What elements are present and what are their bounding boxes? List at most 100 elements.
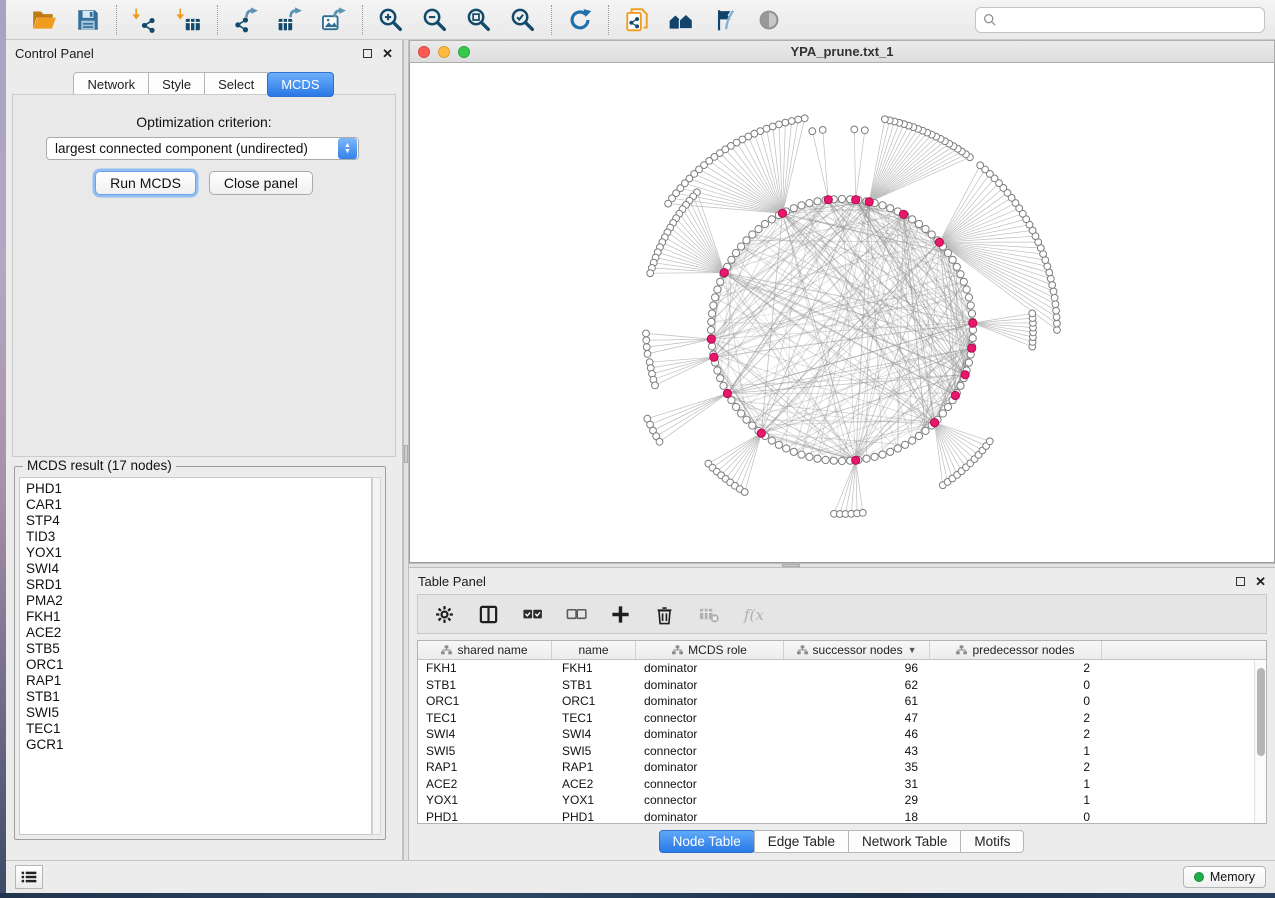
graph-node[interactable] [708,343,715,350]
tab-edge-table[interactable]: Edge Table [754,830,849,853]
dominator-node[interactable] [961,371,969,379]
dominator-node[interactable] [968,344,976,352]
network-canvas[interactable] [409,63,1275,563]
graph-node[interactable] [710,302,717,309]
mcds-result-item[interactable]: STP4 [26,513,371,529]
graph-node[interactable] [879,451,886,458]
graph-node[interactable] [957,382,964,389]
mcds-result-item[interactable]: RAP1 [26,673,371,689]
tab-node-table[interactable]: Node Table [659,830,755,853]
refresh-view-button[interactable] [566,6,594,34]
graph-node[interactable] [761,220,768,227]
dominator-node[interactable] [899,210,907,218]
graph-node[interactable] [953,263,960,270]
show-graphics-details-button[interactable] [755,6,783,34]
graph-node[interactable] [814,455,821,462]
graph-node[interactable] [788,118,795,125]
dominator-node[interactable] [865,198,873,206]
graph-node[interactable] [1051,294,1058,301]
graph-node[interactable] [768,216,775,223]
select-all-button[interactable] [520,602,544,626]
graph-node[interactable] [965,359,972,366]
graph-node[interactable] [1052,301,1059,308]
search-input[interactable] [997,12,1257,27]
graph-node[interactable] [644,351,651,358]
dominator-node[interactable] [757,429,765,437]
save-session-button[interactable] [74,6,102,34]
tab-motifs[interactable]: Motifs [960,830,1024,853]
export-table-button[interactable] [276,6,304,34]
graph-node[interactable] [1054,320,1061,327]
float-panel-icon[interactable] [1236,577,1245,586]
graph-node[interactable] [790,448,797,455]
mcds-result-item[interactable]: TID3 [26,529,371,545]
mcds-result-item[interactable]: ACE2 [26,625,371,641]
graph-node[interactable] [922,427,929,434]
graph-node[interactable] [755,226,762,233]
graph-node[interactable] [647,270,654,277]
dominator-node[interactable] [778,209,786,217]
close-panel-icon[interactable]: ✕ [1255,577,1266,586]
clone-network-button[interactable] [623,6,651,34]
mcds-result-item[interactable]: PHD1 [26,481,371,497]
graph-node[interactable] [949,256,956,263]
graph-node[interactable] [1029,310,1036,317]
graph-node[interactable] [741,489,748,496]
mcds-result-item[interactable]: STB5 [26,641,371,657]
first-neighbors-button[interactable] [667,6,695,34]
graph-node[interactable] [795,116,802,123]
graph-node[interactable] [782,119,789,126]
graph-node[interactable] [882,116,889,123]
graph-node[interactable] [798,451,805,458]
graph-node[interactable] [708,310,715,317]
graph-node[interactable] [732,403,739,410]
graph-node[interactable] [743,237,750,244]
graph-node[interactable] [915,432,922,439]
graph-node[interactable] [819,127,826,134]
graph-node[interactable] [944,403,951,410]
panel-mode-button[interactable] [476,602,500,626]
graph-node[interactable] [809,128,816,135]
graph-node[interactable] [814,198,821,205]
table-row[interactable]: ORC1ORC1dominator610 [418,693,1266,710]
mcds-result-item[interactable]: TEC1 [26,721,371,737]
graph-node[interactable] [922,226,929,233]
graph-node[interactable] [1049,282,1056,289]
graph-node[interactable] [790,205,797,212]
table-row[interactable]: STB1STB1dominator620 [418,677,1266,694]
graph-node[interactable] [776,121,783,128]
graph-node[interactable] [967,302,974,309]
dominator-node[interactable] [951,391,959,399]
mcds-result-item[interactable]: FKH1 [26,609,371,625]
graph-node[interactable] [1050,288,1057,295]
column-header-shared-name[interactable]: shared name [418,641,552,659]
mcds-result-item[interactable]: YOX1 [26,545,371,561]
export-image-button[interactable] [320,6,348,34]
column-header-name[interactable]: name [552,641,636,659]
graph-node[interactable] [708,318,715,325]
mcds-result-item[interactable]: SWI4 [26,561,371,577]
column-header-predecessor-nodes[interactable]: predecessor nodes [930,641,1102,659]
graph-node[interactable] [851,126,858,133]
graph-node[interactable] [863,455,870,462]
graph-node[interactable] [838,457,845,464]
table-row[interactable]: RAP1RAP1dominator352 [418,759,1266,776]
run-mcds-button[interactable]: Run MCDS [95,171,196,195]
graph-node[interactable] [909,437,916,444]
dominator-node[interactable] [852,196,860,204]
graph-node[interactable] [743,416,750,423]
network-graph[interactable] [410,63,1274,562]
graph-node[interactable] [887,205,894,212]
dominator-node[interactable] [931,419,939,427]
graph-node[interactable] [707,326,714,333]
table-row[interactable]: SWI5SWI5connector431 [418,743,1266,760]
graph-node[interactable] [986,438,993,445]
tab-mcds[interactable]: MCDS [267,72,333,97]
mcds-list-scrollbar[interactable] [372,477,381,835]
scrollbar-thumb[interactable] [1257,668,1265,756]
graph-node[interactable] [960,278,967,285]
delete-column-button[interactable] [652,602,676,626]
zoom-out-button[interactable] [421,6,449,34]
graph-node[interactable] [915,220,922,227]
graph-node[interactable] [1053,307,1060,314]
